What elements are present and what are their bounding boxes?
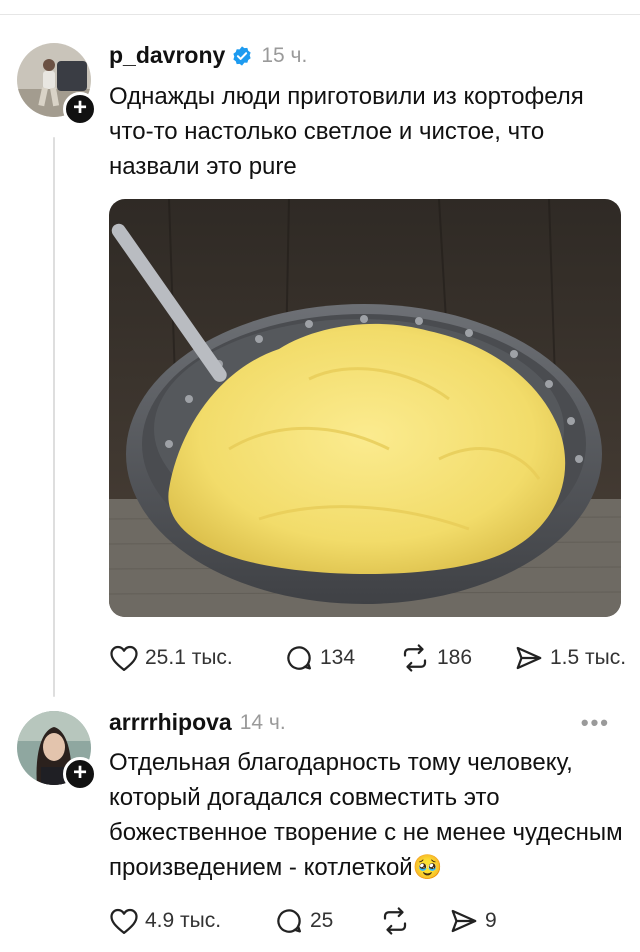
- post-header: arrrrhipova 14 ч.: [109, 709, 286, 736]
- share-button[interactable]: 1.5 тыс.: [514, 644, 626, 672]
- comment-button[interactable]: 25: [274, 906, 379, 936]
- heart-icon: [110, 645, 138, 671]
- more-options-icon[interactable]: •••: [581, 710, 610, 736]
- post-actions: 4.9 тыс. 25 9: [109, 906, 497, 936]
- reposts-count: 186: [437, 646, 473, 669]
- follow-plus-icon[interactable]: +: [63, 92, 97, 126]
- share-icon: [516, 646, 542, 670]
- repost-button[interactable]: [379, 906, 449, 936]
- follow-plus-icon[interactable]: +: [63, 757, 97, 791]
- emoji-holding-back-tears: 🥹: [412, 854, 443, 881]
- heart-icon: [110, 908, 138, 934]
- like-button[interactable]: 4.9 тыс.: [109, 907, 274, 935]
- post-text-body: Отдельная благодарность тому человеку, к…: [109, 749, 623, 881]
- comments-count: 25: [310, 909, 334, 932]
- username[interactable]: arrrrhipova: [109, 709, 232, 736]
- verified-badge-icon: [233, 45, 251, 66]
- comment-button[interactable]: 134: [284, 643, 399, 673]
- timestamp: 15 ч.: [261, 43, 308, 67]
- comment-icon: [287, 646, 311, 670]
- post-text: Однажды люди приготовили из кортофеля чт…: [109, 83, 584, 180]
- username[interactable]: p_davrony: [109, 42, 225, 69]
- repost-button[interactable]: 186: [399, 643, 514, 673]
- post-text: Отдельная благодарность тому человеку, к…: [109, 745, 624, 885]
- share-button[interactable]: 9: [449, 907, 497, 935]
- repost-icon: [403, 644, 427, 672]
- top-divider: [0, 14, 640, 15]
- likes-count: 25.1 тыс.: [145, 646, 233, 669]
- shares-count: 1.5 тыс.: [550, 646, 627, 669]
- share-icon: [451, 909, 477, 933]
- timestamp: 14 ч.: [239, 710, 286, 734]
- repost-icon: [383, 907, 407, 935]
- comments-count: 134: [320, 646, 356, 669]
- like-button[interactable]: 25.1 тыс.: [109, 644, 284, 672]
- post-actions: 25.1 тыс. 134 186 1.5 тыс.: [109, 643, 626, 673]
- post-header: p_davrony 15 ч.: [109, 42, 307, 69]
- likes-count: 4.9 тыс.: [145, 909, 222, 932]
- comment-icon: [277, 909, 301, 933]
- thread-connector-line: [53, 137, 55, 697]
- shares-count: 9: [485, 909, 497, 932]
- post-image-mashed-potatoes[interactable]: [109, 199, 621, 617]
